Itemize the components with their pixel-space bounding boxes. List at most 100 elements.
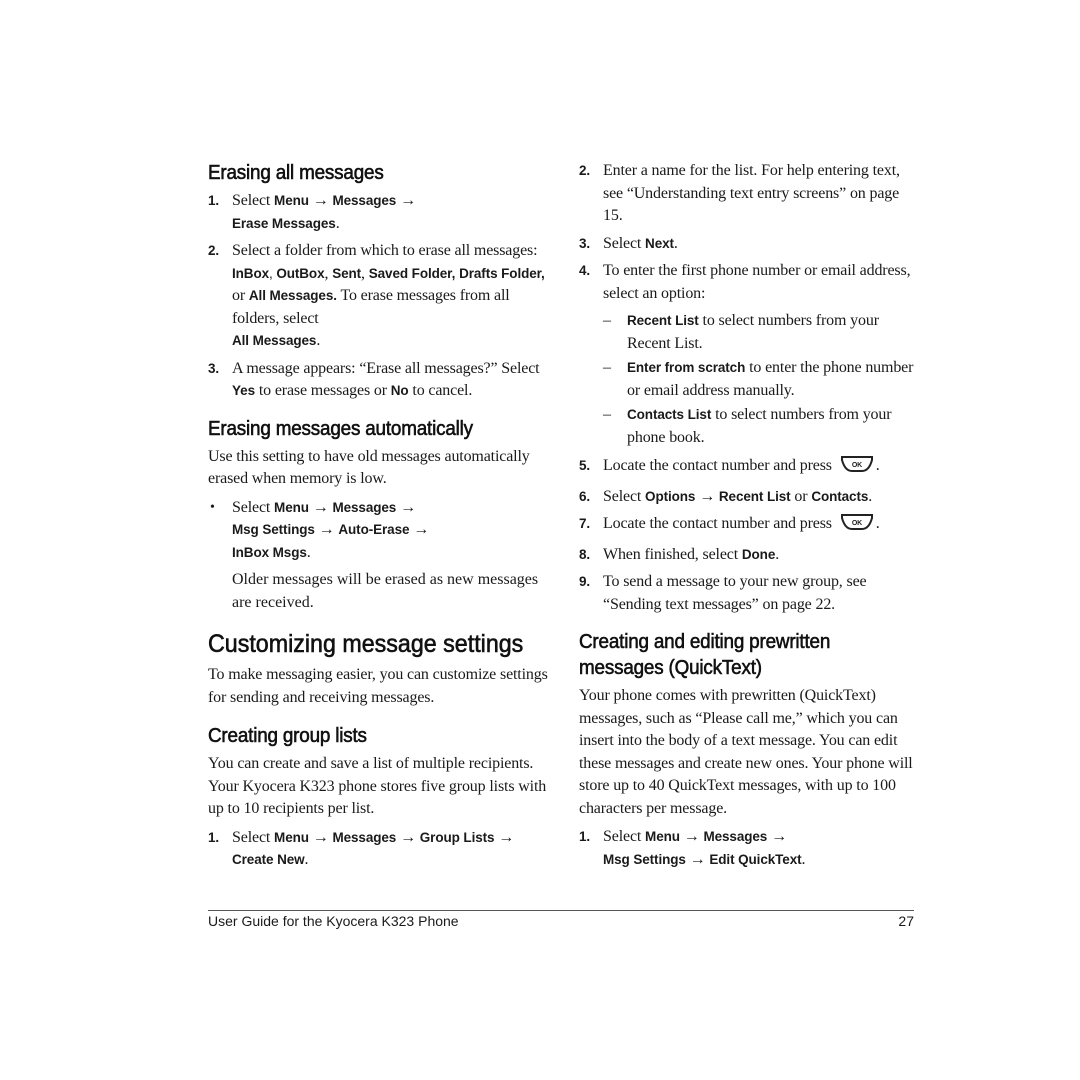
chapter-heading: Customizing message settings: [208, 630, 524, 659]
arrow: →: [409, 521, 430, 538]
dash-marker: –: [603, 312, 611, 329]
ok-key-icon: OK: [840, 455, 874, 481]
step-item: 3. Select Next.: [579, 233, 919, 256]
menu-label: Messages: [703, 829, 768, 844]
left-column: Erasing all messages 1. Select Menu → Me…: [208, 160, 548, 877]
step-number: 9.: [579, 574, 590, 589]
folder-label: Saved Folder,: [368, 265, 456, 281]
arrow: →: [685, 850, 710, 868]
step-text: When finished, select: [603, 545, 742, 563]
ok-key-icon: OK: [840, 513, 874, 539]
step-number: 2.: [208, 243, 219, 258]
section-intro: Use this setting to have old messages au…: [208, 447, 530, 488]
ok-key-label: OK: [852, 520, 862, 527]
menu-label: Erase Messages: [232, 215, 336, 231]
section-quicktext: Creating and editing prewritten messages…: [579, 629, 919, 871]
step-text: To send a message to your new group, see…: [603, 573, 867, 613]
step-text: Select a folder from which to erase all …: [232, 242, 538, 259]
option-label: Done: [741, 546, 776, 562]
step-text: Locate the contact number and press: [603, 515, 832, 532]
menu-label: Menu: [645, 829, 680, 844]
step-text: Select: [603, 487, 646, 505]
step-number: 7.: [579, 516, 590, 531]
arrow: →: [695, 487, 719, 505]
menu-label: Menu: [274, 193, 309, 208]
step-item: 8. When finished, select Done.: [579, 544, 919, 567]
menu-label: Msg Settings: [232, 522, 315, 537]
step-number: 2.: [579, 163, 590, 178]
step-text: Locate the contact number and press: [603, 457, 832, 474]
step-number: 3.: [208, 360, 219, 376]
section-erasing-automatically: Erasing messages automatically Use this …: [208, 416, 548, 615]
step-number: 3.: [579, 235, 590, 251]
ok-key-label: OK: [852, 462, 862, 469]
step-item: 4. To enter the first phone number or em…: [579, 260, 919, 305]
menu-label: InBox Msgs: [232, 544, 307, 560]
step-note: Older messages will be erased as new mes…: [232, 571, 539, 611]
step-text: Select: [232, 828, 275, 846]
menu-label: Msg Settings: [603, 851, 686, 867]
section-customizing-message-settings: Customizing message settings To make mes…: [208, 628, 548, 709]
section-heading: Creating and editing prewritten: [579, 630, 831, 654]
bullet-icon: •: [210, 499, 215, 515]
step-item: 3. A message appears: “Erase all message…: [208, 358, 548, 403]
bullet-item: • Select Menu → Messages → Msg Settings …: [208, 497, 548, 565]
step-item: 6. Select Options → Recent List or Conta…: [579, 486, 919, 509]
step-item: 1. Select Menu → Messages → Erase Messag…: [208, 190, 548, 235]
menu-label: Messages: [332, 499, 397, 515]
arrow: →: [396, 828, 420, 846]
page-number: 27: [898, 913, 914, 929]
option-label: No: [390, 383, 409, 398]
step-text: to cancel.: [408, 382, 473, 399]
step-text: Select: [232, 498, 275, 516]
dash-marker: –: [603, 406, 611, 423]
step-number: 1.: [579, 829, 590, 844]
menu-label: Menu: [274, 829, 309, 845]
folder-label: Sent: [332, 265, 362, 281]
step-text: or: [232, 287, 249, 304]
section-creating-group-lists: Creating group lists You can create and …: [208, 723, 548, 872]
step-number: 4.: [579, 263, 590, 278]
step-item: 5. Locate the contact number and press O…: [579, 455, 919, 481]
step-text: .: [316, 332, 321, 349]
step-text: .: [868, 487, 873, 505]
step-text: Select: [232, 192, 275, 209]
menu-label: Create New: [232, 852, 305, 867]
menu-label: Auto-Erase: [338, 522, 410, 537]
menu-label: Messages: [332, 193, 397, 208]
menu-label: Contacts: [811, 488, 869, 504]
footer-divider: [208, 910, 914, 911]
step-number: 5.: [579, 458, 590, 473]
manual-page: Erasing all messages 1. Select Menu → Me…: [0, 0, 1080, 1080]
section-erasing-all-messages: Erasing all messages 1. Select Menu → Me…: [208, 160, 548, 403]
folder-label: InBox: [232, 265, 270, 281]
option-label: Contacts List: [627, 407, 712, 422]
step-item: 9. To send a message to your new group, …: [579, 571, 919, 616]
folder-label: All Messages: [232, 333, 317, 348]
step-item: 2. Select a folder from which to erase a…: [208, 240, 548, 353]
step-text: .: [875, 515, 880, 532]
menu-label: Messages: [332, 829, 397, 845]
step-text: .: [304, 851, 309, 868]
option-label: Enter from scratch: [627, 360, 746, 375]
arrow: →: [308, 828, 333, 846]
arrow: →: [308, 498, 333, 516]
step-text: To enter the first phone number or email…: [603, 262, 911, 302]
step-number: 6.: [579, 488, 590, 504]
step-text: Enter a name for the list. For help ente…: [603, 162, 900, 224]
step-item: 1. Select Menu → Messages → Msg Settings…: [579, 826, 919, 871]
option-list: – Recent List to select numbers from you…: [579, 310, 919, 449]
menu-label: Menu: [274, 499, 309, 515]
arrow: →: [767, 828, 787, 845]
step-text: .: [673, 234, 678, 252]
arrow: →: [314, 521, 339, 538]
menu-label: Group Lists: [419, 829, 495, 845]
step-text: Select: [603, 234, 646, 252]
option-label: Yes: [232, 383, 255, 398]
step-text: .: [875, 457, 880, 474]
section-heading: Erasing all messages: [208, 161, 384, 185]
option-item: – Enter from scratch to enter the phone …: [579, 357, 919, 402]
dash-marker: –: [603, 359, 611, 376]
step-text: A message appears: “Erase all messages?”…: [232, 359, 540, 377]
menu-label: Recent List: [718, 488, 791, 504]
